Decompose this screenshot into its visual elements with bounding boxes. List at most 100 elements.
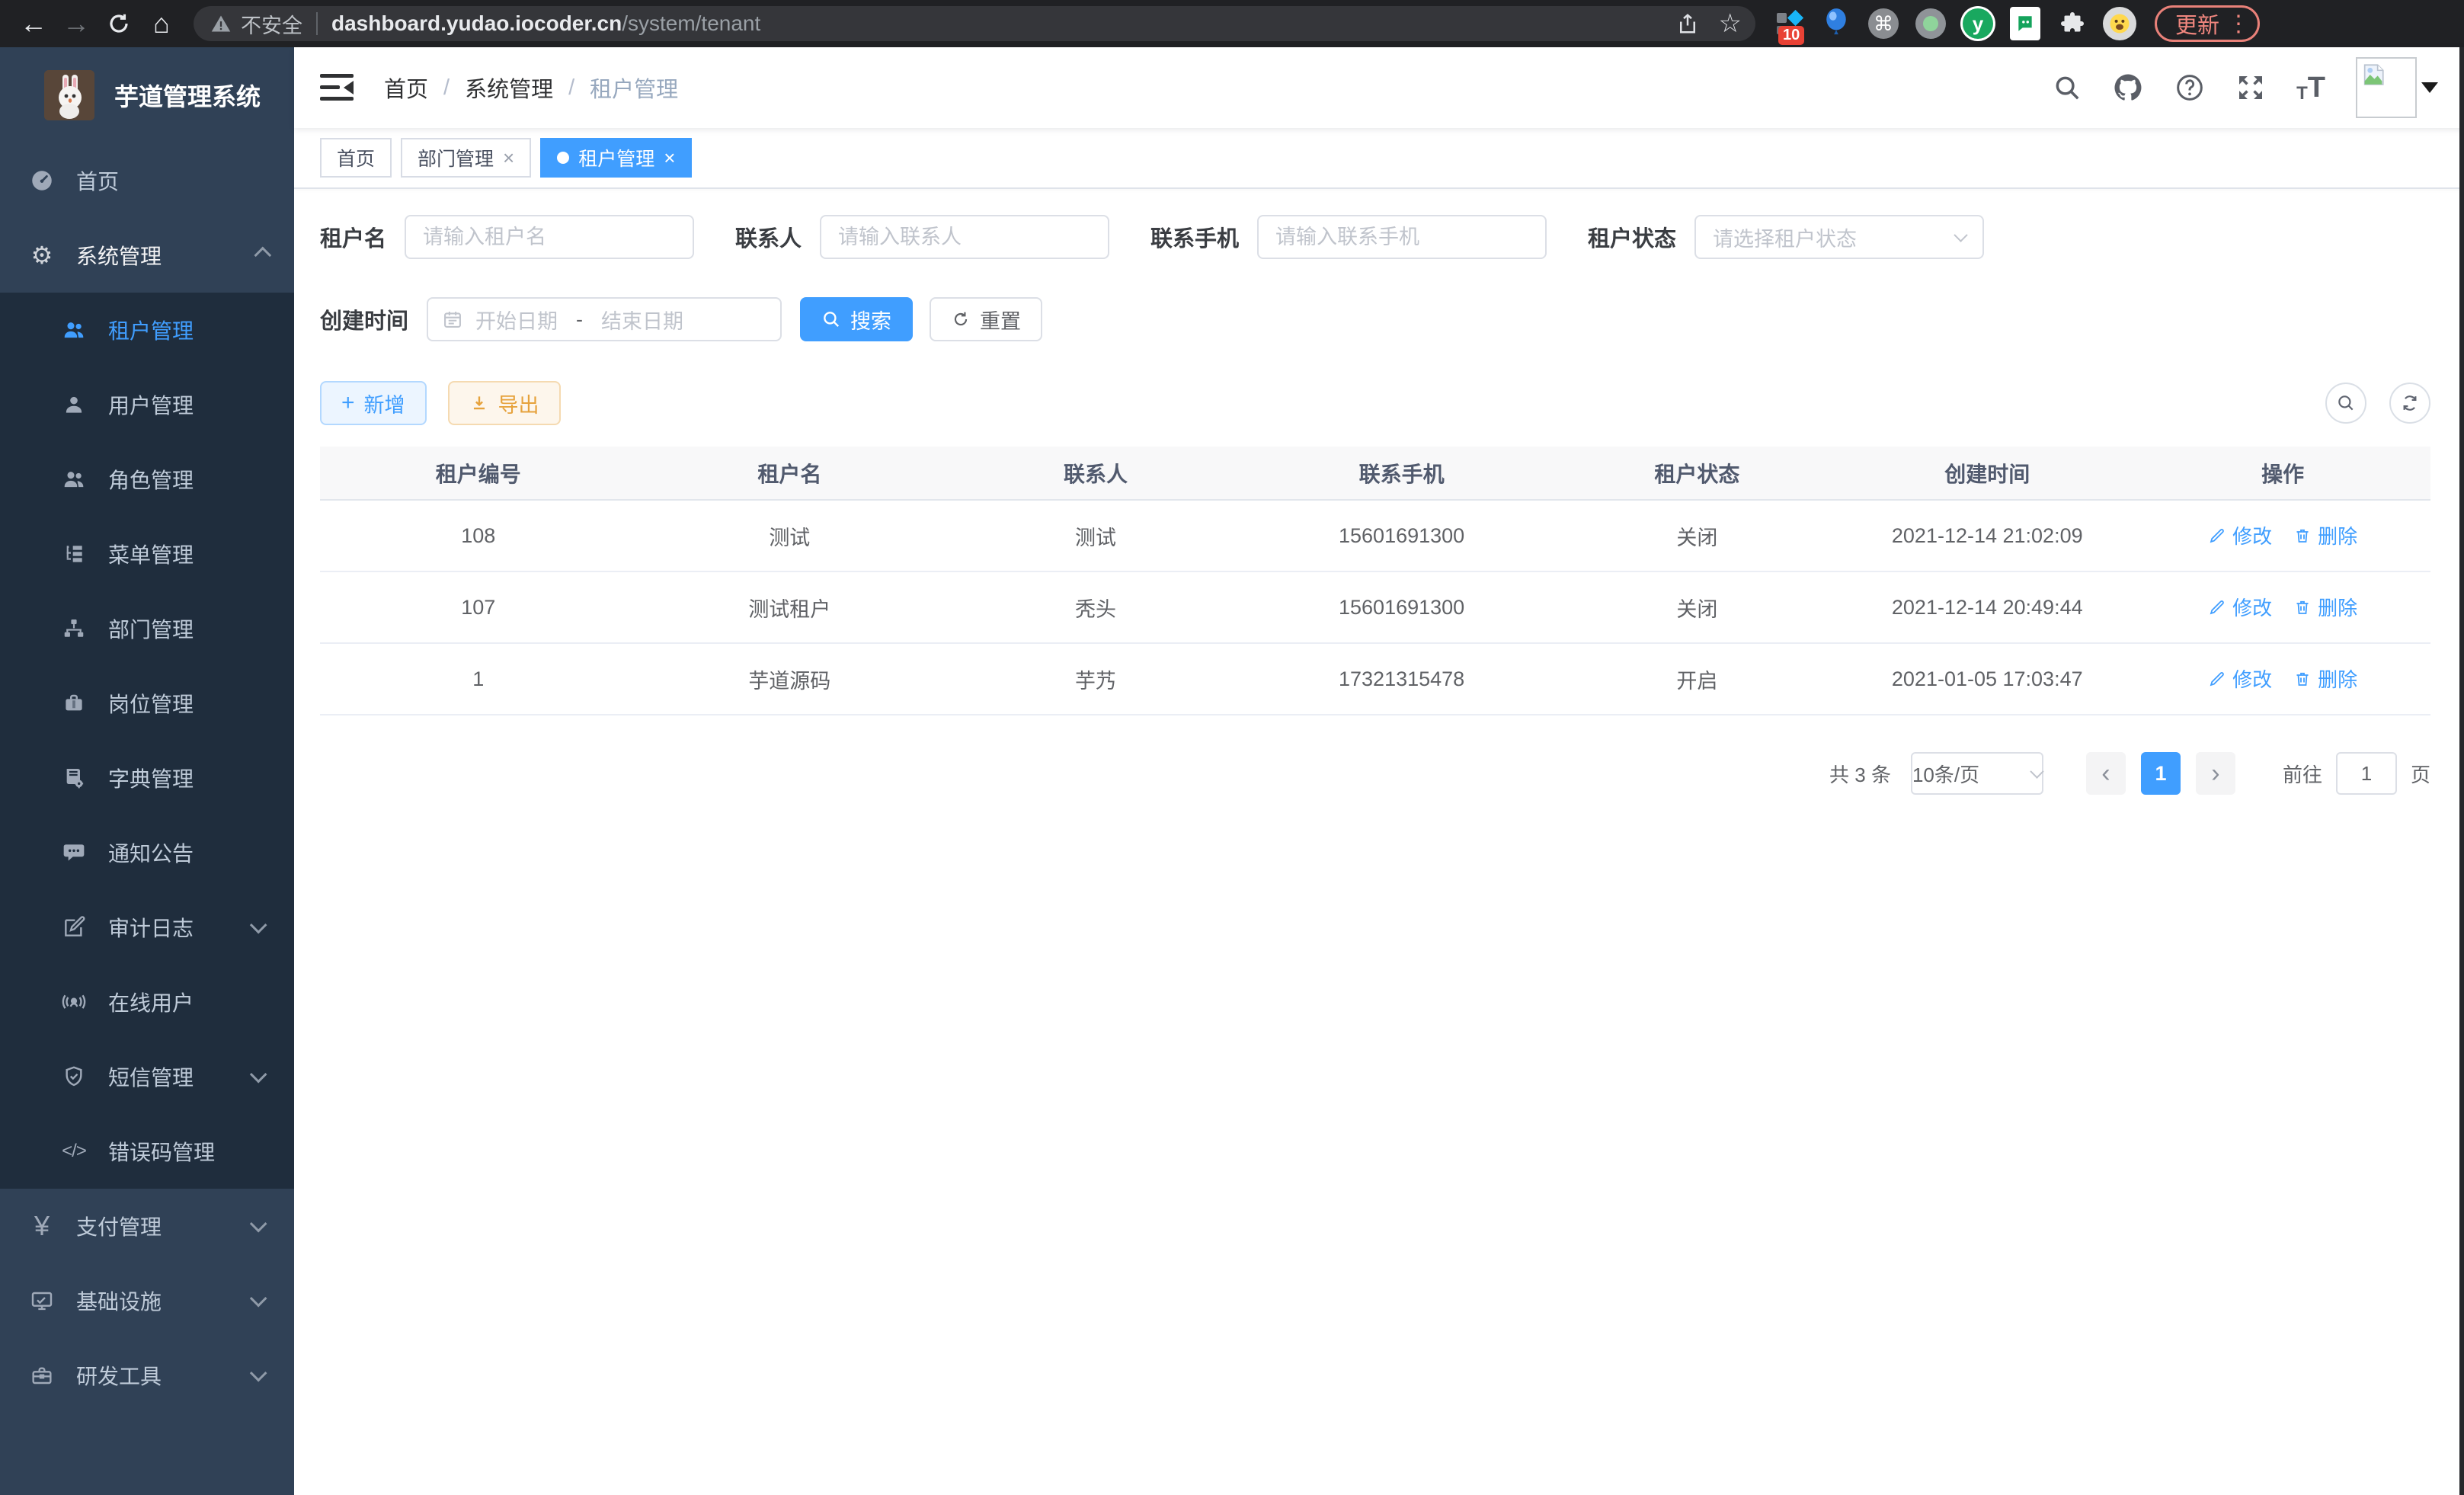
tab-close-icon[interactable]: × bbox=[503, 146, 514, 170]
add-button-label: 新增 bbox=[364, 389, 405, 418]
online-user-icon bbox=[56, 990, 91, 1014]
fullscreen-icon[interactable] bbox=[2235, 72, 2266, 103]
sidebar-item-sms[interactable]: 短信管理 bbox=[0, 1039, 294, 1114]
extension-balloon[interactable] bbox=[1818, 5, 1854, 42]
sidebar-item-user[interactable]: 用户管理 bbox=[0, 367, 294, 442]
page-size-select[interactable]: 10条/页 bbox=[1911, 752, 2043, 795]
browser-menu-kebab-icon[interactable]: ⋮ bbox=[2227, 11, 2250, 37]
goto-page-input[interactable] bbox=[2336, 752, 2397, 795]
app-logo-row[interactable]: 芋道管理系统 bbox=[0, 47, 294, 143]
contact-input[interactable] bbox=[820, 215, 1109, 259]
tab-label: 租户管理 bbox=[578, 144, 654, 171]
puzzle-icon bbox=[2059, 10, 2086, 37]
sidebar-item-label: 岗位管理 bbox=[108, 688, 194, 719]
cell-status: 关闭 bbox=[1554, 571, 1839, 643]
sidebar-item-dict[interactable]: 字典管理 bbox=[0, 741, 294, 815]
extension-y-app[interactable]: y bbox=[1960, 5, 1996, 42]
tab-tenant[interactable]: 租户管理 × bbox=[540, 138, 692, 178]
github-icon[interactable] bbox=[2112, 72, 2144, 104]
browser-home-button[interactable]: ⌂ bbox=[140, 6, 183, 41]
browser-back-button[interactable]: ← bbox=[12, 6, 55, 41]
extensions-area: 10 ⌘ y bbox=[1771, 5, 2138, 42]
extension-pinned-badge[interactable]: 10 bbox=[1771, 5, 1807, 42]
sidebar-item-error-code[interactable]: </> 错误码管理 bbox=[0, 1114, 294, 1189]
cell-contact: 测试 bbox=[942, 500, 1249, 571]
sidebar-item-menu[interactable]: 菜单管理 bbox=[0, 517, 294, 591]
sidebar-item-role[interactable]: 角色管理 bbox=[0, 442, 294, 517]
delete-link[interactable]: 删除 bbox=[2293, 521, 2357, 549]
cell-contact: 秃头 bbox=[942, 571, 1249, 643]
tab-home[interactable]: 首页 bbox=[320, 138, 392, 178]
sidebar-item-label: 错误码管理 bbox=[108, 1136, 215, 1167]
edit-link[interactable]: 修改 bbox=[2208, 521, 2272, 549]
header-search-icon[interactable] bbox=[2053, 73, 2082, 102]
delete-link[interactable]: 删除 bbox=[2293, 593, 2357, 621]
sidebar-item-system[interactable]: ⚙ 系统管理 bbox=[0, 218, 294, 293]
breadcrumb-system[interactable]: 系统管理 bbox=[465, 72, 553, 104]
cell-tenant-id: 108 bbox=[320, 500, 637, 571]
delete-link[interactable]: 删除 bbox=[2293, 664, 2357, 693]
system-submenu: 租户管理 用户管理 角色管理 菜单管理 bbox=[0, 293, 294, 1189]
tab-dept[interactable]: 部门管理 × bbox=[401, 138, 531, 178]
sidebar-item-pay[interactable]: ¥ 支付管理 bbox=[0, 1189, 294, 1263]
extensions-puzzle-button[interactable] bbox=[2054, 5, 2091, 42]
extension-recorder[interactable] bbox=[1912, 5, 1949, 42]
reset-button[interactable]: 重置 bbox=[930, 297, 1042, 341]
cell-tenant-name: 测试租户 bbox=[637, 571, 943, 643]
next-page-button[interactable]: › bbox=[2196, 752, 2235, 795]
add-button[interactable]: + 新增 bbox=[320, 381, 427, 425]
chevron-up-icon bbox=[254, 247, 272, 264]
breadcrumb-current: 租户管理 bbox=[590, 72, 678, 104]
font-size-icon[interactable]: TT bbox=[2296, 72, 2325, 104]
chevron-down-icon bbox=[250, 1365, 267, 1382]
browser-forward-button[interactable]: → bbox=[55, 6, 98, 41]
sidebar-item-home[interactable]: 首页 bbox=[0, 143, 294, 218]
breadcrumb-home[interactable]: 首页 bbox=[384, 72, 428, 104]
edit-link-label: 修改 bbox=[2232, 664, 2272, 693]
tab-close-icon[interactable]: × bbox=[664, 146, 675, 170]
url-text[interactable]: dashboard.yudao.iocoder.cn/system/tenant bbox=[331, 11, 760, 36]
sidebar-collapse-button[interactable] bbox=[320, 72, 354, 103]
security-label[interactable]: 不安全 bbox=[241, 9, 302, 39]
sidebar-item-dept[interactable]: 部门管理 bbox=[0, 591, 294, 666]
extension-command[interactable]: ⌘ bbox=[1865, 5, 1902, 42]
edit-link[interactable]: 修改 bbox=[2208, 664, 2272, 693]
prev-page-button[interactable]: ‹ bbox=[2086, 752, 2126, 795]
tenant-name-input[interactable] bbox=[405, 215, 694, 259]
refresh-table-button[interactable] bbox=[2389, 383, 2430, 424]
chevron-down-icon bbox=[250, 1066, 267, 1084]
current-page-button[interactable]: 1 bbox=[2141, 752, 2181, 795]
share-icon[interactable] bbox=[1676, 12, 1699, 35]
phone-label: 联系手机 bbox=[1150, 221, 1239, 253]
sidebar-item-infra[interactable]: 基础设施 bbox=[0, 1263, 294, 1338]
sidebar-item-post[interactable]: 岗位管理 bbox=[0, 666, 294, 741]
col-phone: 联系手机 bbox=[1249, 447, 1555, 500]
bookmark-star-icon[interactable]: ☆ bbox=[1719, 8, 1742, 39]
refresh-icon bbox=[951, 309, 971, 329]
status-select-placeholder: 请选择租户状态 bbox=[1713, 222, 1857, 252]
browser-update-button[interactable]: 更新 ⋮ bbox=[2155, 5, 2260, 42]
export-button[interactable]: 导出 bbox=[448, 381, 561, 425]
sidebar-item-online-user[interactable]: 在线用户 bbox=[0, 965, 294, 1039]
help-icon[interactable] bbox=[2174, 72, 2205, 103]
create-time-range-picker[interactable]: 开始日期 - 结束日期 bbox=[427, 297, 782, 341]
tab-label: 首页 bbox=[337, 144, 375, 171]
users-icon bbox=[56, 318, 91, 342]
user-avatar-menu[interactable] bbox=[2356, 57, 2438, 118]
sidebar-item-tenant[interactable]: 租户管理 bbox=[0, 293, 294, 367]
phone-input[interactable] bbox=[1257, 215, 1547, 259]
next-icon: › bbox=[2211, 759, 2219, 789]
toggle-search-button[interactable] bbox=[2325, 383, 2366, 424]
sidebar-item-label: 部门管理 bbox=[108, 613, 194, 644]
address-bar[interactable]: 不安全 dashboard.yudao.iocoder.cn/system/te… bbox=[194, 6, 1755, 41]
extension-chat[interactable] bbox=[2007, 5, 2043, 42]
sidebar-item-dev-tools[interactable]: 研发工具 bbox=[0, 1338, 294, 1413]
edit-link[interactable]: 修改 bbox=[2208, 593, 2272, 621]
status-select[interactable]: 请选择租户状态 bbox=[1694, 215, 1984, 259]
profile-avatar-button[interactable] bbox=[2101, 5, 2138, 42]
sidebar-item-notice[interactable]: 通知公告 bbox=[0, 815, 294, 890]
browser-reload-button[interactable] bbox=[98, 6, 140, 41]
search-button[interactable]: 搜索 bbox=[800, 297, 913, 341]
sidebar-item-audit-log[interactable]: 审计日志 bbox=[0, 890, 294, 965]
pagination: 共 3 条 10条/页 ‹ 1 › 前往 页 bbox=[320, 752, 2430, 795]
